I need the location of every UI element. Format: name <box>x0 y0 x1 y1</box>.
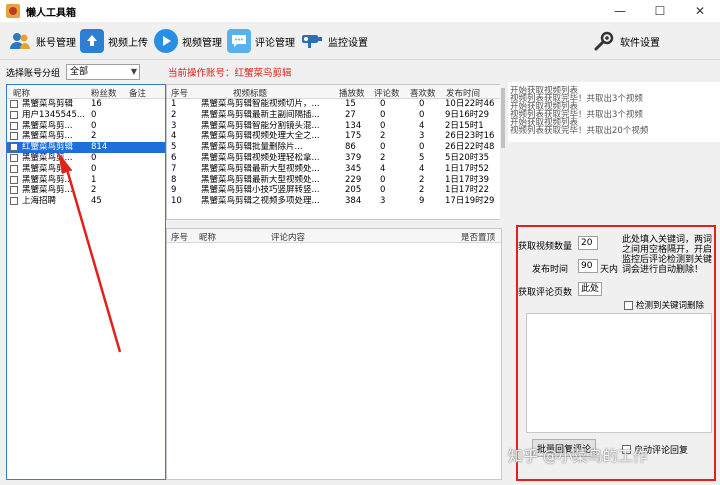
red-arrow-annotation <box>58 152 122 353</box>
watermark: 知乎 @小菜鸟的工作 <box>508 447 648 465</box>
